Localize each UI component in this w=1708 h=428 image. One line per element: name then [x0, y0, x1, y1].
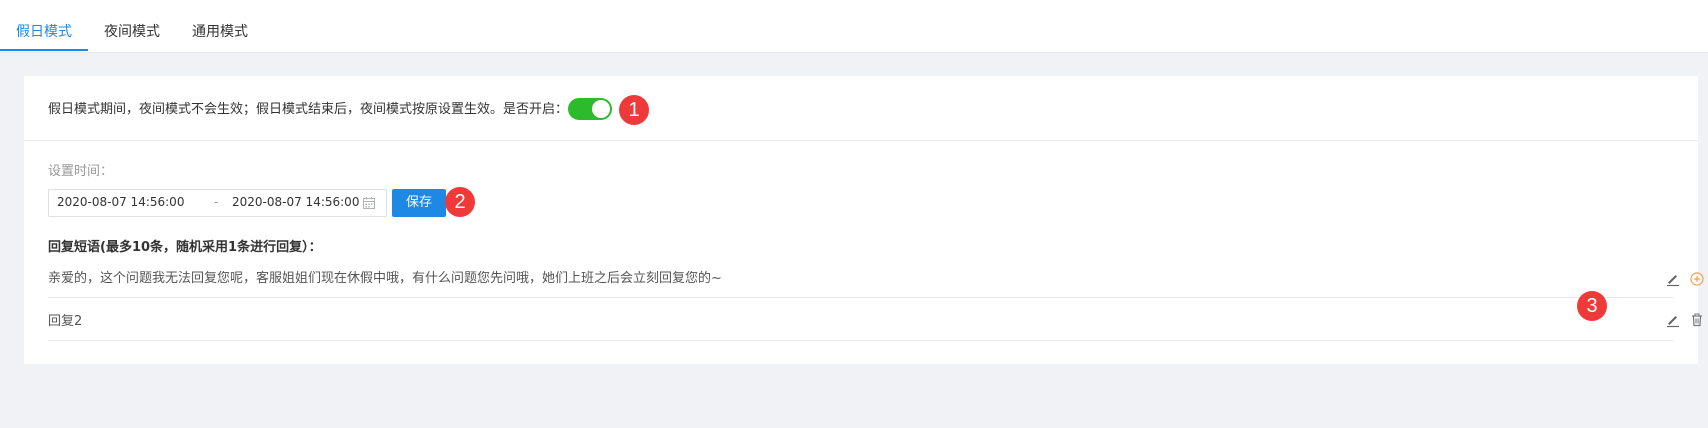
edit-icon[interactable]	[1665, 271, 1681, 287]
active-tab-indicator	[0, 49, 88, 51]
save-button[interactable]: 保存	[392, 189, 446, 217]
end-time-value[interactable]: 2020-08-07 14:56:00	[232, 195, 359, 209]
reply-phrases-title: 回复短语(最多10条，随机采用1条进行回复）：	[48, 240, 322, 255]
date-range-picker[interactable]: 2020-08-07 14:56:00 - 2020-08-07 14:56:0…	[48, 189, 387, 217]
calendar-icon[interactable]	[362, 196, 376, 210]
annotation-marker-3: 3	[1577, 291, 1607, 321]
tab-general-mode[interactable]: 通用模式	[192, 0, 248, 52]
annotation-marker-1: 1	[619, 95, 649, 125]
switch-knob	[592, 100, 610, 118]
reply-item: 亲爱的，这个问题我无法回复您呢，客服姐姐们现在休假中哦，有什么问题您先问哦，她们…	[48, 257, 1704, 298]
reply-text: 亲爱的，这个问题我无法回复您呢，客服姐姐们现在休假中哦，有什么问题您先问哦，她们…	[48, 271, 722, 286]
time-label: 设置时间：	[48, 164, 114, 179]
edit-icon[interactable]	[1665, 312, 1681, 328]
reply-item: 回复2	[48, 298, 1702, 341]
holiday-mode-switch[interactable]	[568, 98, 612, 120]
tab-night-mode[interactable]: 夜间模式	[104, 0, 160, 52]
holiday-description: 假日模式期间，夜间模式不会生效；假日模式结束后，夜间模式按原设置生效。是否开启：	[48, 102, 569, 117]
delete-icon[interactable]	[1689, 312, 1705, 328]
holiday-settings-card: 假日模式期间，夜间模式不会生效；假日模式结束后，夜间模式按原设置生效。是否开启：…	[24, 76, 1704, 364]
reply-text: 回复2	[48, 314, 83, 329]
annotation-marker-2: 2	[445, 187, 475, 217]
start-time-value[interactable]: 2020-08-07 14:56:00	[57, 195, 184, 209]
tab-holiday-mode[interactable]: 假日模式	[16, 0, 72, 52]
mode-tabs: 假日模式 夜间模式 通用模式	[0, 0, 1708, 53]
holiday-toggle-row: 假日模式期间，夜间模式不会生效；假日模式结束后，夜间模式按原设置生效。是否开启：…	[24, 76, 1698, 141]
date-separator: -	[214, 195, 219, 209]
add-icon[interactable]	[1689, 271, 1705, 287]
